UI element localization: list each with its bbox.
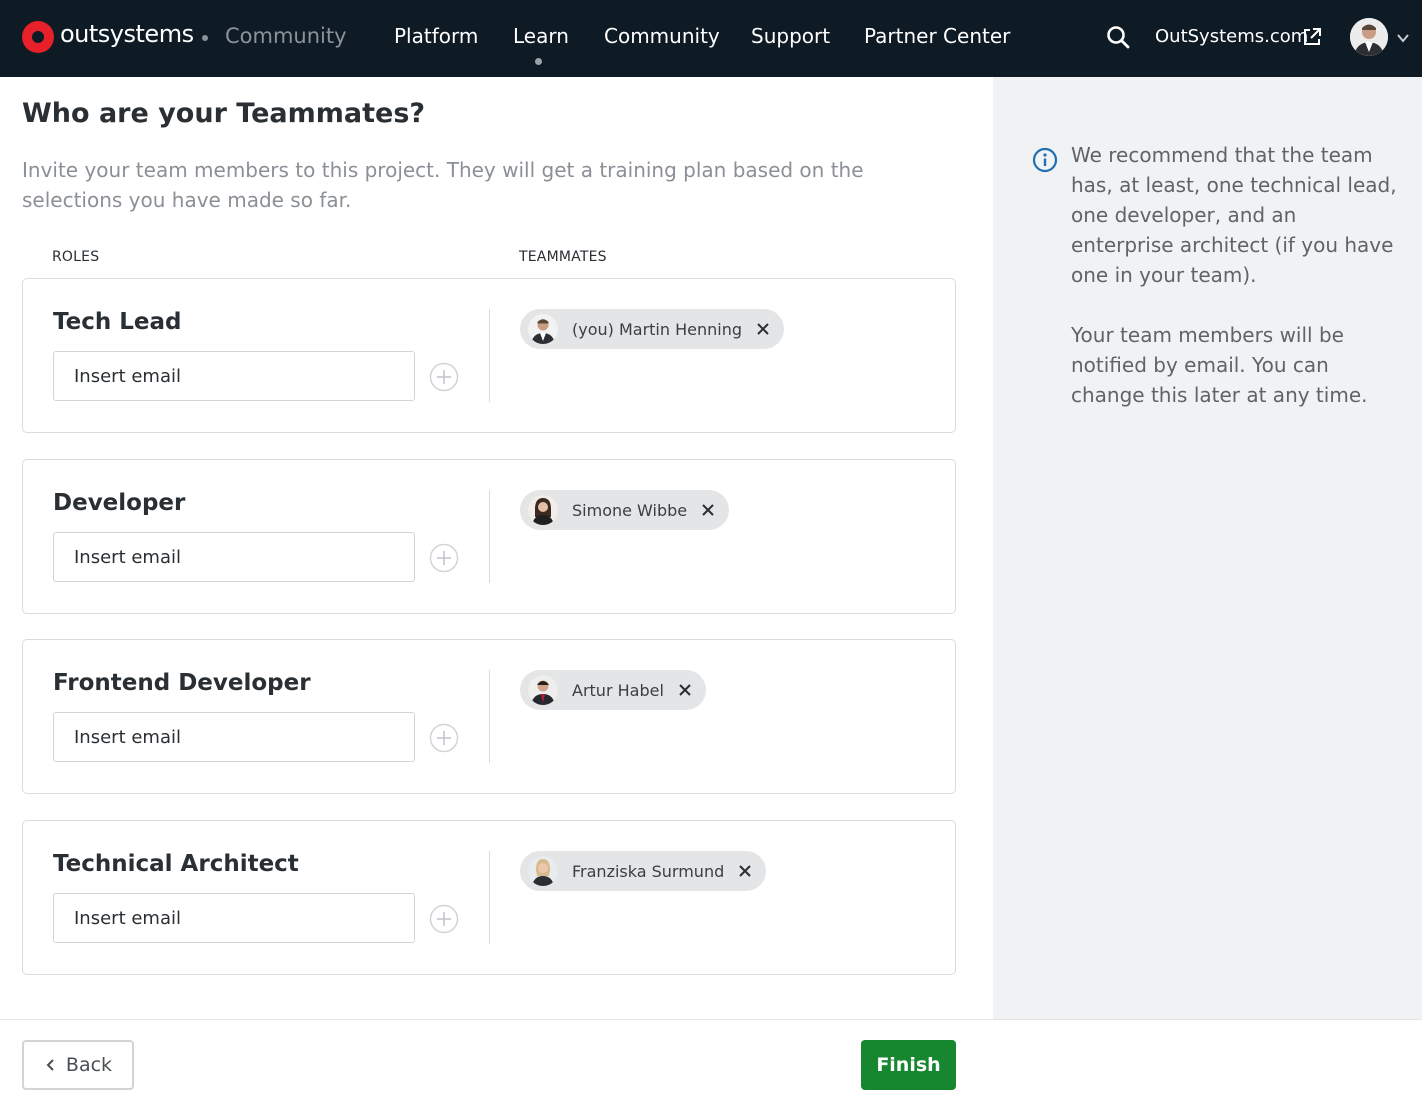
finish-button[interactable]: Finish (861, 1040, 956, 1090)
email-input[interactable] (53, 712, 415, 762)
user-avatar[interactable] (1350, 18, 1388, 56)
add-teammate-button[interactable] (429, 362, 459, 392)
email-input[interactable] (53, 893, 415, 943)
remove-teammate-icon[interactable] (678, 683, 692, 697)
teammate-chip: Simone Wibbe (520, 490, 730, 530)
role-card-developer: Developer Simone Wibbe (22, 459, 956, 614)
chevron-down-icon[interactable] (1396, 31, 1410, 45)
back-button[interactable]: Back (22, 1040, 134, 1090)
outsystems-logo-icon[interactable] (22, 21, 54, 53)
teammate-name: Simone Wibbe (572, 500, 688, 520)
card-divider (489, 490, 490, 583)
role-title: Tech Lead (53, 309, 182, 335)
remove-teammate-icon[interactable] (701, 503, 715, 517)
teammates-column-header: TEAMMATES (519, 249, 607, 265)
footer-bar (0, 1019, 1422, 1111)
brand-community-link[interactable]: Community (225, 24, 347, 48)
role-card-technical-architect: Technical Architect Franziska Surmund (22, 820, 956, 975)
teammate-chip: Franziska Surmund (520, 851, 767, 891)
notification-text: Your team members will be notified by em… (1071, 323, 1368, 407)
top-navigation-bar: outsystems Community Platform Learn Comm… (0, 0, 1422, 77)
nav-item-partner-center[interactable]: Partner Center (864, 24, 1010, 48)
separator-dot (202, 35, 208, 41)
email-input[interactable] (53, 351, 415, 401)
remove-teammate-icon[interactable] (738, 864, 752, 878)
teammate-avatar (528, 495, 558, 525)
info-icon (1032, 147, 1058, 173)
page-description: Invite your team members to this project… (22, 158, 864, 212)
add-teammate-button[interactable] (429, 904, 459, 934)
card-divider (489, 851, 490, 944)
recommendation-text: We recommend that the team has, at least… (1071, 143, 1397, 287)
teammate-chip: Artur Habel (520, 670, 706, 710)
remove-teammate-icon[interactable] (756, 322, 770, 336)
teammate-avatar (528, 314, 558, 344)
add-teammate-button[interactable] (429, 723, 459, 753)
nav-item-platform[interactable]: Platform (394, 24, 478, 48)
outsystems-com-link[interactable]: OutSystems.com (1155, 26, 1308, 47)
role-title: Technical Architect (53, 851, 299, 877)
role-title: Developer (53, 490, 186, 516)
active-nav-indicator (535, 58, 542, 65)
teammate-avatar (528, 675, 558, 705)
nav-item-learn[interactable]: Learn (513, 24, 569, 48)
card-divider (489, 309, 490, 402)
role-card-frontend-developer: Frontend Developer Artur Habel (22, 639, 956, 794)
nav-item-support[interactable]: Support (751, 24, 830, 48)
card-divider (489, 670, 490, 763)
roles-column-header: ROLES (52, 249, 100, 265)
teammate-name: Artur Habel (572, 680, 664, 700)
external-link-icon (1304, 28, 1321, 45)
chevron-left-icon (46, 1059, 54, 1071)
add-teammate-button[interactable] (429, 543, 459, 573)
role-title: Frontend Developer (53, 670, 311, 696)
teammate-chip: (you) Martin Henning (520, 309, 784, 349)
back-button-label: Back (65, 1054, 113, 1076)
teammate-avatar (528, 856, 558, 886)
search-icon[interactable] (1106, 25, 1130, 49)
role-card-tech-lead: Tech Lead (you) Martin Henning (22, 278, 956, 433)
email-input[interactable] (53, 532, 415, 582)
page-title: Who are your Teammates? (22, 98, 426, 129)
teammate-name: Franziska Surmund (572, 861, 725, 881)
teammate-name: (you) Martin Henning (572, 319, 742, 339)
nav-item-community[interactable]: Community (604, 24, 720, 48)
brand-name[interactable]: outsystems (60, 20, 194, 48)
